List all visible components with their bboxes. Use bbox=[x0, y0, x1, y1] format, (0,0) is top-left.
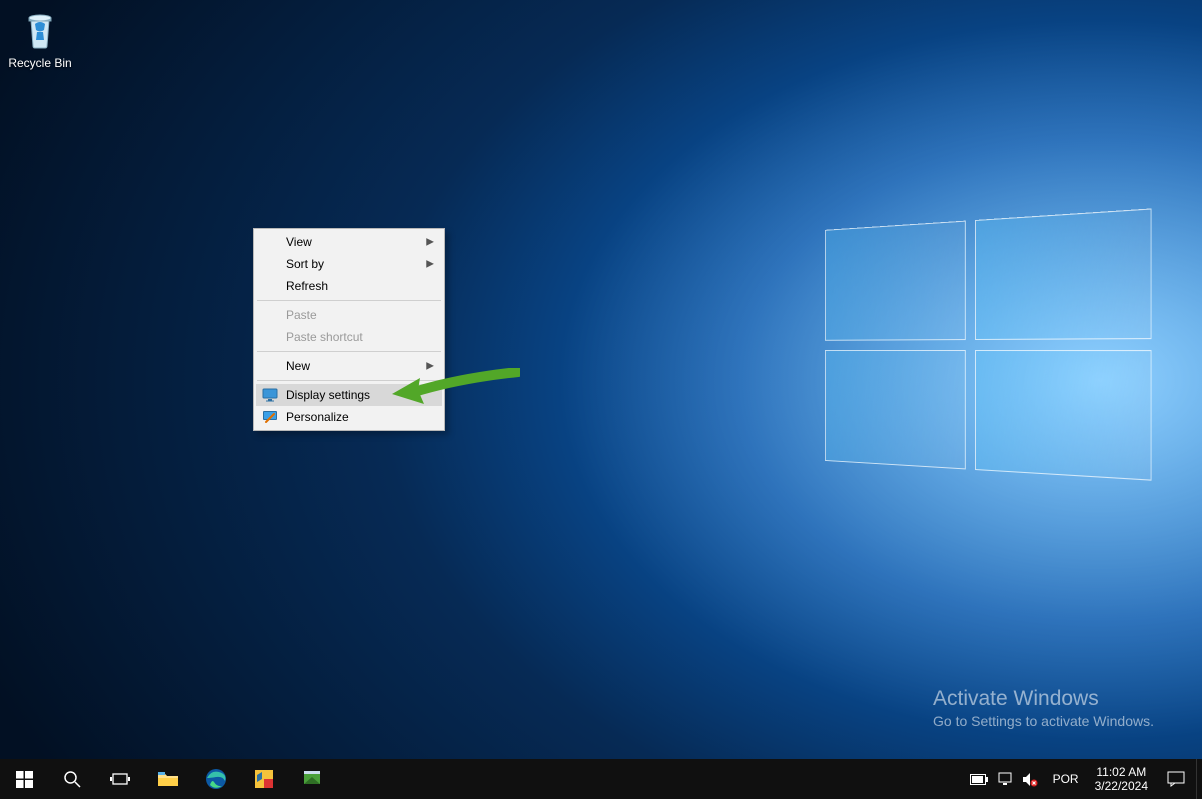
menu-label: New bbox=[286, 359, 310, 373]
app-icon bbox=[254, 769, 274, 789]
context-menu-refresh[interactable]: Refresh bbox=[256, 275, 442, 297]
chevron-right-icon: ▶ bbox=[426, 361, 434, 372]
taskbar-app-1[interactable] bbox=[240, 759, 288, 799]
language-label: POR bbox=[1053, 772, 1079, 786]
context-menu-paste: Paste bbox=[256, 304, 442, 326]
app-icon bbox=[302, 769, 322, 789]
taskbar-app-2[interactable] bbox=[288, 759, 336, 799]
edge-button[interactable] bbox=[192, 759, 240, 799]
menu-label: Paste bbox=[286, 308, 317, 322]
activation-subtitle: Go to Settings to activate Windows. bbox=[933, 713, 1154, 729]
search-icon bbox=[63, 770, 81, 788]
monitor-icon bbox=[262, 387, 278, 403]
system-tray bbox=[965, 759, 1045, 799]
context-menu-personalize[interactable]: Personalize bbox=[256, 406, 442, 428]
menu-separator bbox=[257, 380, 441, 381]
tray-network-icon[interactable] bbox=[995, 759, 1015, 799]
desktop-context-menu: View ▶ Sort by ▶ Refresh Paste Paste sho… bbox=[253, 228, 445, 431]
clock-date: 3/22/2024 bbox=[1095, 779, 1148, 793]
activation-watermark: Activate Windows Go to Settings to activ… bbox=[933, 687, 1154, 729]
menu-label: Personalize bbox=[286, 410, 349, 424]
windows-logo-icon bbox=[16, 771, 33, 788]
folder-icon bbox=[157, 770, 179, 788]
personalize-icon bbox=[262, 409, 278, 425]
context-menu-paste-shortcut: Paste shortcut bbox=[256, 326, 442, 348]
chevron-right-icon: ▶ bbox=[426, 237, 434, 248]
chevron-right-icon: ▶ bbox=[426, 259, 434, 270]
menu-label: Paste shortcut bbox=[286, 330, 363, 344]
task-view-button[interactable] bbox=[96, 759, 144, 799]
taskbar: POR 11:02 AM 3/22/2024 bbox=[0, 759, 1202, 799]
context-menu-view[interactable]: View ▶ bbox=[256, 231, 442, 253]
taskbar-clock[interactable]: 11:02 AM 3/22/2024 bbox=[1087, 759, 1156, 799]
context-menu-sort-by[interactable]: Sort by ▶ bbox=[256, 253, 442, 275]
taskbar-spacer bbox=[336, 759, 965, 799]
notification-icon bbox=[1167, 771, 1185, 787]
recycle-bin-icon[interactable]: Recycle Bin bbox=[6, 6, 74, 70]
language-indicator[interactable]: POR bbox=[1045, 759, 1087, 799]
trash-icon bbox=[6, 6, 74, 54]
menu-label: View bbox=[286, 235, 312, 249]
tray-battery-icon[interactable] bbox=[969, 759, 989, 799]
menu-label: Display settings bbox=[286, 388, 370, 402]
clock-time: 11:02 AM bbox=[1095, 765, 1148, 779]
menu-separator bbox=[257, 300, 441, 301]
menu-label: Sort by bbox=[286, 257, 324, 271]
context-menu-display-settings[interactable]: Display settings bbox=[256, 384, 442, 406]
wallpaper-windows-logo bbox=[825, 208, 1152, 491]
menu-separator bbox=[257, 351, 441, 352]
tray-volume-icon[interactable] bbox=[1021, 759, 1041, 799]
search-button[interactable] bbox=[48, 759, 96, 799]
action-center-button[interactable] bbox=[1156, 759, 1196, 799]
desktop[interactable]: Recycle Bin View ▶ Sort by ▶ Refresh Pas… bbox=[0, 0, 1202, 759]
show-desktop-button[interactable] bbox=[1196, 759, 1202, 799]
activation-title: Activate Windows bbox=[933, 687, 1154, 711]
context-menu-new[interactable]: New ▶ bbox=[256, 355, 442, 377]
menu-label: Refresh bbox=[286, 279, 328, 293]
start-button[interactable] bbox=[0, 759, 48, 799]
task-view-icon bbox=[110, 771, 130, 787]
file-explorer-button[interactable] bbox=[144, 759, 192, 799]
edge-icon bbox=[205, 768, 227, 790]
recycle-bin-label: Recycle Bin bbox=[6, 56, 74, 70]
